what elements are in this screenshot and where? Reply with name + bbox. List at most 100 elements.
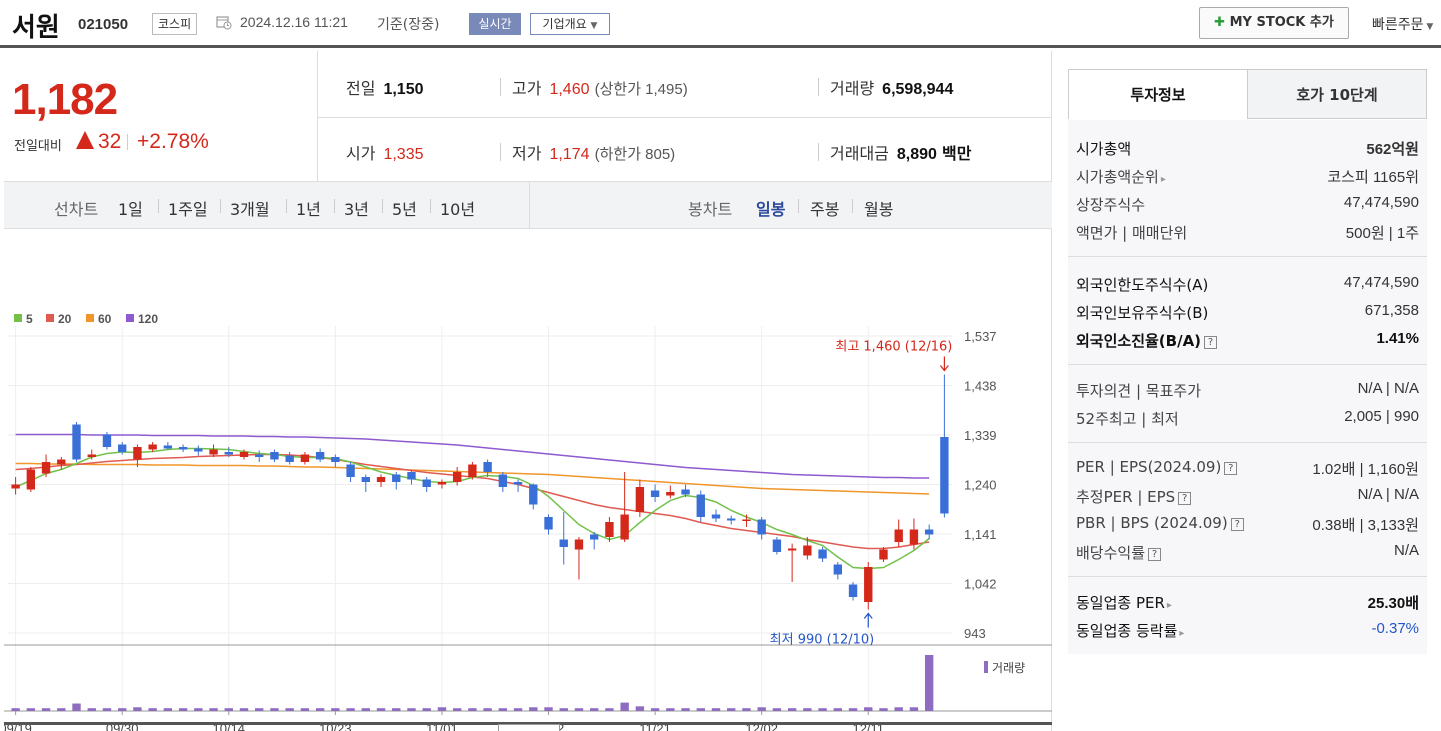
corp-info-dropdown[interactable]: 기업개요 ▼ bbox=[530, 13, 610, 35]
realtime-button[interactable]: 실시간 bbox=[469, 13, 521, 35]
candle-daily[interactable]: 일봉 bbox=[756, 196, 785, 220]
sector-per-label: 동일업종 PER bbox=[1076, 594, 1165, 612]
divider bbox=[382, 199, 383, 213]
info-row: 52주최고 | 최저 2,005 | 990 bbox=[1076, 408, 1419, 432]
info-key: PBR | BPS (2024.09)? bbox=[1076, 514, 1244, 532]
high-annotation: 최고 1,460 (12/16) bbox=[835, 340, 952, 355]
info-value: N/A bbox=[1393, 542, 1419, 559]
divider bbox=[852, 199, 853, 213]
volume-bar bbox=[559, 708, 568, 711]
info-value: 671,358 bbox=[1364, 302, 1419, 319]
quick-order-button[interactable]: 빠른주문 ▼ bbox=[1372, 14, 1433, 34]
tab-order-book[interactable]: 호가 10단계 bbox=[1247, 69, 1427, 119]
candle-body bbox=[178, 447, 188, 450]
candle-body bbox=[848, 584, 858, 597]
volume-bar bbox=[848, 708, 858, 711]
volume-bar bbox=[681, 708, 690, 711]
info-row: 배당수익률? N/A bbox=[1076, 542, 1419, 566]
volume-bar bbox=[57, 708, 66, 711]
chevron-right-icon: ▸ bbox=[1179, 628, 1185, 639]
volume-bar bbox=[437, 707, 447, 711]
foreign-exhaust-label: 외국인소진율(B/A) bbox=[1076, 332, 1202, 350]
volume-bar bbox=[133, 707, 142, 711]
quote-datetime: 2024.12.16 11:21 bbox=[240, 14, 348, 30]
volume-bar bbox=[300, 708, 310, 711]
info-key: 외국인한도주식수(A) bbox=[1076, 276, 1209, 294]
help-icon[interactable]: ? bbox=[1224, 462, 1238, 475]
add-mystock-button[interactable]: ✚ MY STOCK 추가 bbox=[1199, 7, 1349, 39]
candle-body bbox=[407, 472, 416, 480]
prev-close: 전일 1,150 bbox=[346, 75, 424, 99]
stock-header: 서원 021050 코스피 2024.12.16 11:21 기준(장중) 실시… bbox=[0, 0, 1441, 48]
range-10y[interactable]: 10년 bbox=[440, 196, 475, 220]
volume-bar bbox=[87, 708, 96, 711]
low-annotation: 최저 990 (12/10) bbox=[770, 633, 875, 648]
amount-unit: 백만 bbox=[942, 146, 972, 163]
candle-body bbox=[818, 549, 827, 559]
up-arrow-icon bbox=[863, 612, 873, 628]
expand-handle[interactable] bbox=[498, 724, 560, 731]
candle-body bbox=[940, 437, 949, 514]
divider bbox=[798, 199, 799, 213]
divider bbox=[818, 78, 819, 96]
help-icon[interactable]: ? bbox=[1148, 548, 1162, 561]
line-chart-label: 선차트 bbox=[54, 200, 99, 219]
calendar-clock-icon bbox=[216, 16, 232, 30]
info-row[interactable]: 동일업종 등락률 ▸ -0.37% bbox=[1076, 620, 1419, 644]
volume-bar bbox=[864, 707, 873, 711]
candle-chart-label: 봉차트 bbox=[688, 200, 733, 219]
candle-body bbox=[315, 452, 325, 460]
info-row[interactable]: 동일업종 PER ▸ 25.30배 bbox=[1076, 592, 1419, 616]
add-mystock-label: MY STOCK 추가 bbox=[1229, 15, 1334, 30]
range-1d[interactable]: 1일 bbox=[118, 196, 143, 220]
chevron-down-icon: ▼ bbox=[1423, 22, 1434, 32]
candle-monthly[interactable]: 월봉 bbox=[864, 196, 893, 220]
prev-close-label: 전일 bbox=[346, 79, 376, 98]
volume-bar bbox=[757, 707, 766, 711]
divider bbox=[1068, 256, 1427, 257]
candle-weekly[interactable]: 주봉 bbox=[810, 196, 839, 220]
range-1y[interactable]: 1년 bbox=[296, 196, 321, 220]
info-key: 52주최고 | 최저 bbox=[1076, 410, 1179, 428]
volume-bar bbox=[315, 708, 325, 711]
candle-body bbox=[681, 489, 690, 495]
divider bbox=[529, 182, 530, 229]
candle-body bbox=[513, 482, 523, 485]
volume-bar bbox=[163, 708, 173, 711]
info-key: 투자의견 | 목표주가 bbox=[1076, 382, 1201, 400]
info-tabs: 투자정보 호가 10단계 bbox=[1068, 69, 1427, 119]
volume-bar bbox=[224, 708, 233, 711]
help-icon[interactable]: ? bbox=[1178, 492, 1192, 505]
range-3m[interactable]: 3개월 bbox=[230, 196, 270, 220]
volume-label: 거래량 bbox=[830, 79, 875, 98]
range-5y[interactable]: 5년 bbox=[392, 196, 417, 220]
volume-bar bbox=[270, 708, 279, 711]
info-row[interactable]: 시가총액순위 ▸ 코스피 1165위 bbox=[1076, 166, 1419, 190]
chart-toolbar: 선차트 1일 1주일 3개월 1년 3년 5년 10년 봉차트 일봉 주봉 월봉 bbox=[4, 182, 1052, 229]
range-3y[interactable]: 3년 bbox=[344, 196, 369, 220]
help-icon[interactable]: ? bbox=[1204, 336, 1218, 349]
candlestick-chart[interactable]: 1,5371,4381,3391,2401,1411,04294309/1909… bbox=[4, 229, 1052, 731]
candle-body bbox=[803, 545, 812, 556]
trade-amount: 거래대금 8,890 백만 bbox=[830, 140, 971, 164]
volume-bar bbox=[590, 708, 599, 711]
candle-body bbox=[72, 424, 81, 460]
candle-body bbox=[133, 447, 142, 460]
help-icon[interactable]: ? bbox=[1230, 518, 1244, 531]
upper-limit: (상한가 1,495) bbox=[594, 81, 688, 98]
legend-label: 60 bbox=[98, 312, 112, 326]
range-1w[interactable]: 1주일 bbox=[168, 196, 208, 220]
amount-label: 거래대금 bbox=[830, 144, 889, 163]
divider bbox=[334, 199, 335, 213]
divider bbox=[1068, 364, 1427, 365]
volume-bar bbox=[529, 707, 538, 711]
volume-bar bbox=[72, 703, 81, 711]
volume-bar bbox=[498, 708, 508, 711]
candle-body bbox=[452, 472, 462, 482]
info-value: N/A | N/A bbox=[1357, 486, 1419, 503]
volume-bar bbox=[833, 708, 842, 711]
info-row: 외국인한도주식수(A) 47,474,590 bbox=[1076, 274, 1419, 298]
candle-body bbox=[224, 452, 233, 455]
candle-body bbox=[285, 455, 294, 462]
tab-invest-info[interactable]: 투자정보 bbox=[1068, 69, 1248, 119]
